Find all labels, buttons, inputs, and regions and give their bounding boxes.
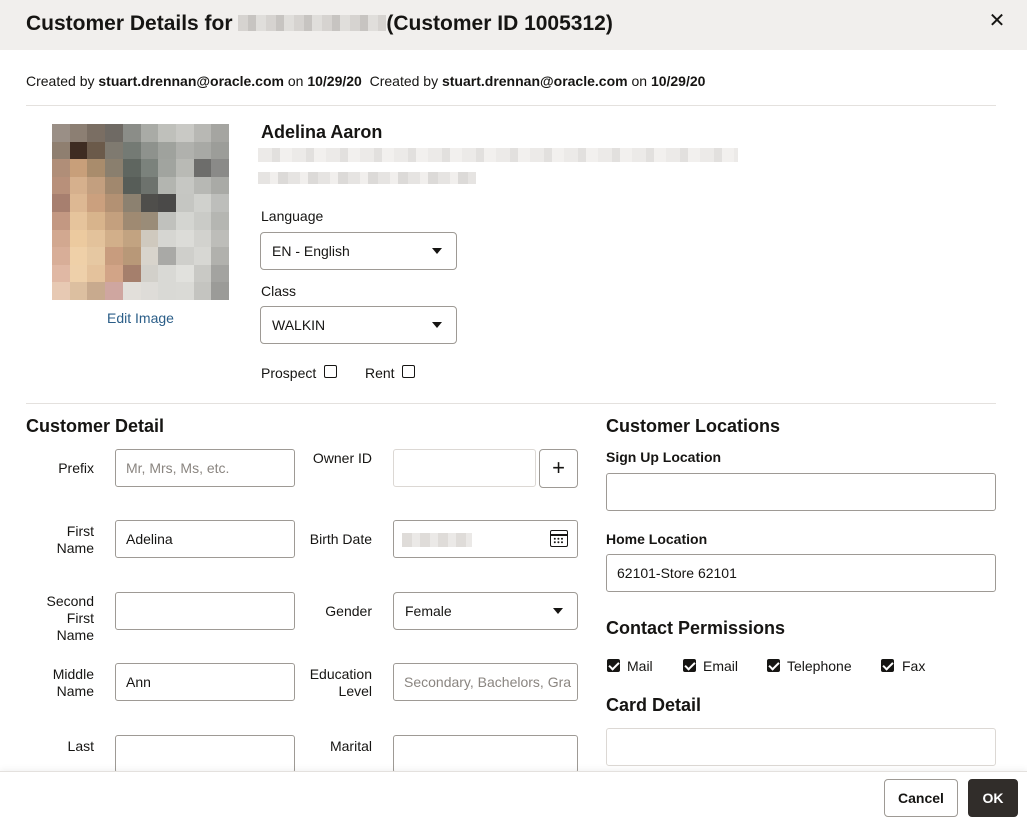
sign-up-location-label: Sign Up Location [606,449,722,465]
close-icon[interactable]: ✕ [986,10,1008,32]
redacted-birth-date [402,533,472,547]
telephone-checkbox[interactable] [767,659,780,672]
customer-name: Adelina Aaron [261,122,383,142]
redacted-contact [258,172,476,184]
middle-name-label: Middle Name [52,666,94,699]
email-checkbox[interactable] [683,659,696,672]
birth-date-label: Birth Date [309,531,372,547]
first-name-label: First Name [56,523,94,556]
cancel-button[interactable]: Cancel [884,779,958,817]
rent-checkbox[interactable] [402,365,415,378]
language-select[interactable]: EN - English [260,232,457,270]
prospect-checkbox[interactable] [324,365,337,378]
education-level-input[interactable]: Secondary, Bachelors, Gra [393,663,578,701]
prefix-input[interactable]: Mr, Mrs, Ms, etc. [115,449,295,487]
created-by-info: Created by stuart.drennan@oracle.com on … [26,73,706,89]
customer-photo [52,124,229,300]
second-first-name-label: Second First Name [46,593,94,643]
chevron-down-icon [432,322,442,328]
dialog-title: Customer Details for (Customer ID 100531… [26,12,613,36]
calendar-icon[interactable] [550,530,568,547]
home-location-input[interactable]: 62101-Store 62101 [606,554,996,592]
card-detail-heading: Card Detail [606,695,702,715]
home-location-label: Home Location [606,531,708,547]
customer-detail-heading: Customer Detail [26,416,165,436]
second-first-name-input[interactable] [115,592,295,630]
class-select[interactable]: WALKIN [260,306,457,344]
birth-date-input[interactable] [393,520,578,558]
divider [26,403,996,404]
customer-locations-heading: Customer Locations [606,416,781,436]
chevron-down-icon [553,608,563,614]
title-prefix: Customer Details for [26,12,233,35]
language-label: Language [261,208,324,224]
created-date-2: 10/29/20 [650,73,706,89]
rent-label: Rent [365,365,395,381]
sign-up-location-input[interactable] [606,473,996,511]
prefix-label: Prefix [58,460,94,476]
mail-label: Mail [627,658,653,674]
fax-checkbox[interactable] [881,659,894,672]
last-name-input[interactable] [115,735,295,773]
edit-image-link[interactable]: Edit Image [107,310,174,326]
fax-label: Fax [902,658,926,674]
dialog-header: Customer Details for (Customer ID 100531… [0,0,1027,50]
add-owner-button[interactable]: + [539,449,578,488]
gender-label: Gender [325,603,372,619]
telephone-label: Telephone [787,658,852,674]
gender-value: Female [405,603,452,619]
prospect-label: Prospect [261,365,317,381]
marital-select[interactable] [393,735,578,773]
class-value: WALKIN [272,317,326,333]
title-customer-id: (Customer ID 1005312) [386,12,613,35]
divider [26,105,996,106]
created-by-user: stuart.drennan@oracle.com [98,73,284,89]
marital-label: Marital [329,738,372,754]
mail-checkbox[interactable] [607,659,620,672]
card-detail-panel [606,728,996,766]
redacted-address [258,148,738,162]
owner-id-input[interactable] [393,449,536,487]
redacted-name [238,15,387,31]
contact-permissions-heading: Contact Permissions [606,618,786,638]
created-by-user-2: stuart.drennan@oracle.com [441,73,628,89]
created-date: 10/29/20 [307,73,362,89]
gender-select[interactable]: Female [393,592,578,630]
education-level-label: Education Level [309,666,372,699]
language-value: EN - English [272,243,350,259]
ok-button[interactable]: OK [968,779,1018,817]
first-name-input[interactable]: Adelina [115,520,295,558]
chevron-down-icon [432,248,442,254]
email-label: Email [703,658,739,674]
last-name-label: Last [67,738,94,754]
owner-id-label: Owner ID [312,450,372,466]
dialog-footer: Cancel OK [0,771,1027,823]
middle-name-input[interactable]: Ann [115,663,295,701]
class-label: Class [261,283,297,299]
